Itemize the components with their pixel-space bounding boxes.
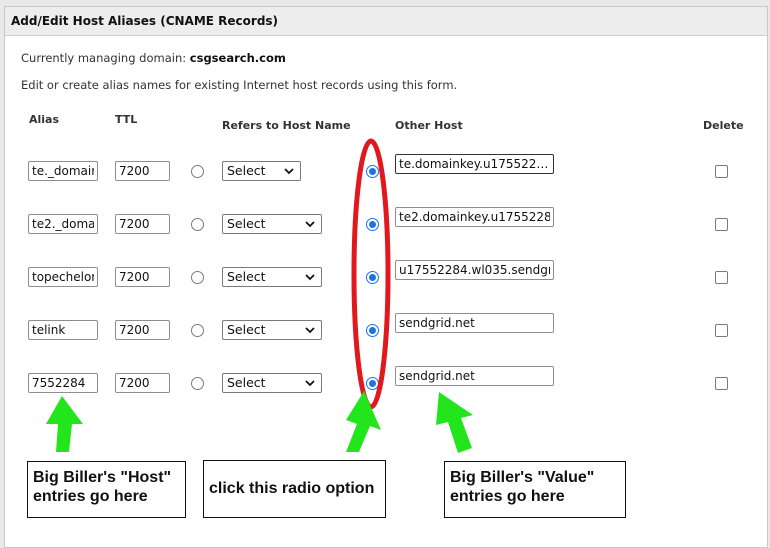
host-note-line2: entries go here xyxy=(33,488,148,505)
host-note-box: Big Biller's "Host" entries go here xyxy=(27,461,186,518)
host-note-line1: Big Biller's "Host" xyxy=(33,469,172,486)
value-note-line1: Big Biller's "Value" xyxy=(450,469,595,486)
up-arrow-icon xyxy=(46,396,83,452)
radio-note-text: click this radio option xyxy=(209,480,375,497)
up-arrow-icon xyxy=(436,392,473,453)
radio-note-box: click this radio option xyxy=(203,460,386,518)
value-note-line2: entries go here xyxy=(450,488,565,505)
red-ellipse-highlight xyxy=(351,138,391,410)
value-note-box: Big Biller's "Value" entries go here xyxy=(444,461,626,518)
